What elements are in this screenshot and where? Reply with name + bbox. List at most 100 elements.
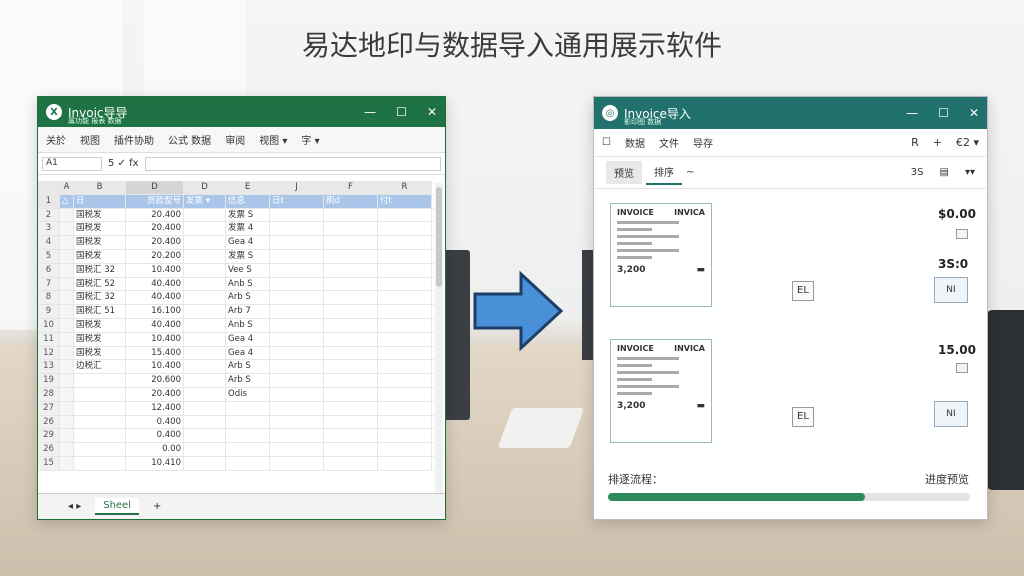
name-box[interactable]: A1 xyxy=(42,156,102,171)
close-icon[interactable]: ✕ xyxy=(427,105,437,119)
cell[interactable] xyxy=(324,429,378,443)
cell[interactable] xyxy=(324,387,378,401)
cell[interactable]: Gea 4 xyxy=(226,236,270,249)
expand-icon[interactable]: ▾▾ xyxy=(965,167,975,178)
cell[interactable] xyxy=(324,222,378,236)
cell[interactable] xyxy=(60,291,74,305)
export-button[interactable]: NI xyxy=(934,277,968,303)
cell[interactable] xyxy=(184,318,226,332)
cell[interactable] xyxy=(184,346,226,360)
column-header[interactable]: D xyxy=(184,181,226,194)
cell[interactable] xyxy=(378,443,432,456)
sheet-tab[interactable]: Sheel xyxy=(95,498,139,515)
cell[interactable] xyxy=(378,346,432,360)
cell[interactable]: 16.100 xyxy=(126,305,184,318)
cell[interactable]: 0.00 xyxy=(126,443,184,456)
cell[interactable]: 0.400 xyxy=(126,415,184,429)
cell[interactable] xyxy=(324,249,378,263)
cell[interactable] xyxy=(184,456,226,470)
cell[interactable]: 边税汇 xyxy=(74,360,126,374)
zoom-control[interactable]: 3S xyxy=(911,167,924,178)
cell[interactable]: Arb S xyxy=(226,360,270,374)
cell[interactable] xyxy=(270,443,324,456)
cell[interactable]: 40.400 xyxy=(126,291,184,305)
cell[interactable]: 国税发 xyxy=(74,332,126,346)
corner-cell[interactable] xyxy=(38,181,60,194)
cell[interactable]: 国税汇 32 xyxy=(74,263,126,277)
cell[interactable]: 20.400 xyxy=(126,387,184,401)
cell[interactable] xyxy=(270,429,324,443)
cell[interactable] xyxy=(270,332,324,346)
cell[interactable] xyxy=(74,443,126,456)
column-header[interactable]: A xyxy=(60,181,74,194)
column-header[interactable]: J xyxy=(270,181,324,194)
menu-item[interactable]: 审阅 xyxy=(225,132,245,147)
cell[interactable] xyxy=(378,456,432,470)
row-number[interactable]: 2 xyxy=(38,208,60,222)
cell[interactable]: Arb 7 xyxy=(226,305,270,318)
cell[interactable] xyxy=(270,318,324,332)
cell[interactable] xyxy=(270,291,324,305)
export-button[interactable]: NI xyxy=(934,401,968,427)
close-icon[interactable]: ✕ xyxy=(969,106,979,120)
cell[interactable] xyxy=(324,401,378,415)
row-number[interactable]: 9 xyxy=(38,305,60,318)
cell[interactable]: 20.400 xyxy=(126,236,184,249)
cell[interactable]: 国税发 xyxy=(74,249,126,263)
cell[interactable] xyxy=(184,236,226,249)
cell[interactable] xyxy=(226,456,270,470)
cell[interactable] xyxy=(378,291,432,305)
minimize-icon[interactable]: — xyxy=(906,106,918,120)
cell[interactable] xyxy=(378,305,432,318)
cell[interactable]: 日t xyxy=(270,194,324,208)
cell[interactable]: 国税发 xyxy=(74,208,126,222)
row-number[interactable]: 3 xyxy=(38,222,60,236)
cell[interactable] xyxy=(184,222,226,236)
cell[interactable] xyxy=(324,208,378,222)
cell[interactable] xyxy=(74,401,126,415)
cell[interactable] xyxy=(378,332,432,346)
cell[interactable] xyxy=(324,263,378,277)
cell[interactable] xyxy=(378,360,432,374)
cell[interactable] xyxy=(184,277,226,291)
cell[interactable] xyxy=(378,401,432,415)
row-number[interactable]: 28 xyxy=(38,387,60,401)
cell[interactable] xyxy=(378,263,432,277)
cell[interactable] xyxy=(270,222,324,236)
cell[interactable] xyxy=(270,346,324,360)
cell[interactable]: Gea 4 xyxy=(226,332,270,346)
cell[interactable] xyxy=(60,236,74,249)
cell[interactable] xyxy=(60,318,74,332)
menu-item[interactable]: 导存 xyxy=(693,135,713,150)
row-number[interactable]: 12 xyxy=(38,346,60,360)
add-icon[interactable]: + xyxy=(933,136,942,149)
add-sheet-icon[interactable]: + xyxy=(153,501,161,512)
row-number[interactable]: 11 xyxy=(38,332,60,346)
row-number[interactable]: 6 xyxy=(38,263,60,277)
menu-item[interactable]: 插件协助 xyxy=(114,132,154,147)
row-number[interactable]: 10 xyxy=(38,318,60,332)
cell[interactable]: Odis xyxy=(226,387,270,401)
cell[interactable] xyxy=(74,374,126,387)
cell[interactable] xyxy=(74,429,126,443)
menu-item[interactable]: 视图 ▾ xyxy=(259,132,287,147)
cell[interactable] xyxy=(184,291,226,305)
column-header[interactable]: R xyxy=(378,181,432,194)
cell[interactable] xyxy=(74,456,126,470)
toolbar-dropdown[interactable]: €2 ▾ xyxy=(956,136,979,149)
cell[interactable] xyxy=(184,429,226,443)
cell[interactable]: Anb S xyxy=(226,277,270,291)
cell[interactable] xyxy=(270,208,324,222)
cell[interactable] xyxy=(60,429,74,443)
cell[interactable] xyxy=(378,387,432,401)
field-icon[interactable] xyxy=(956,229,968,239)
cell[interactable]: 刷d xyxy=(324,194,378,208)
row-number[interactable]: 5 xyxy=(38,249,60,263)
layout-icon[interactable]: ▤ xyxy=(940,167,949,178)
row-number[interactable]: 7 xyxy=(38,277,60,291)
cell[interactable]: Arb S xyxy=(226,374,270,387)
cell[interactable] xyxy=(324,332,378,346)
cell[interactable] xyxy=(60,456,74,470)
cell[interactable] xyxy=(60,263,74,277)
cell[interactable]: 10.400 xyxy=(126,360,184,374)
